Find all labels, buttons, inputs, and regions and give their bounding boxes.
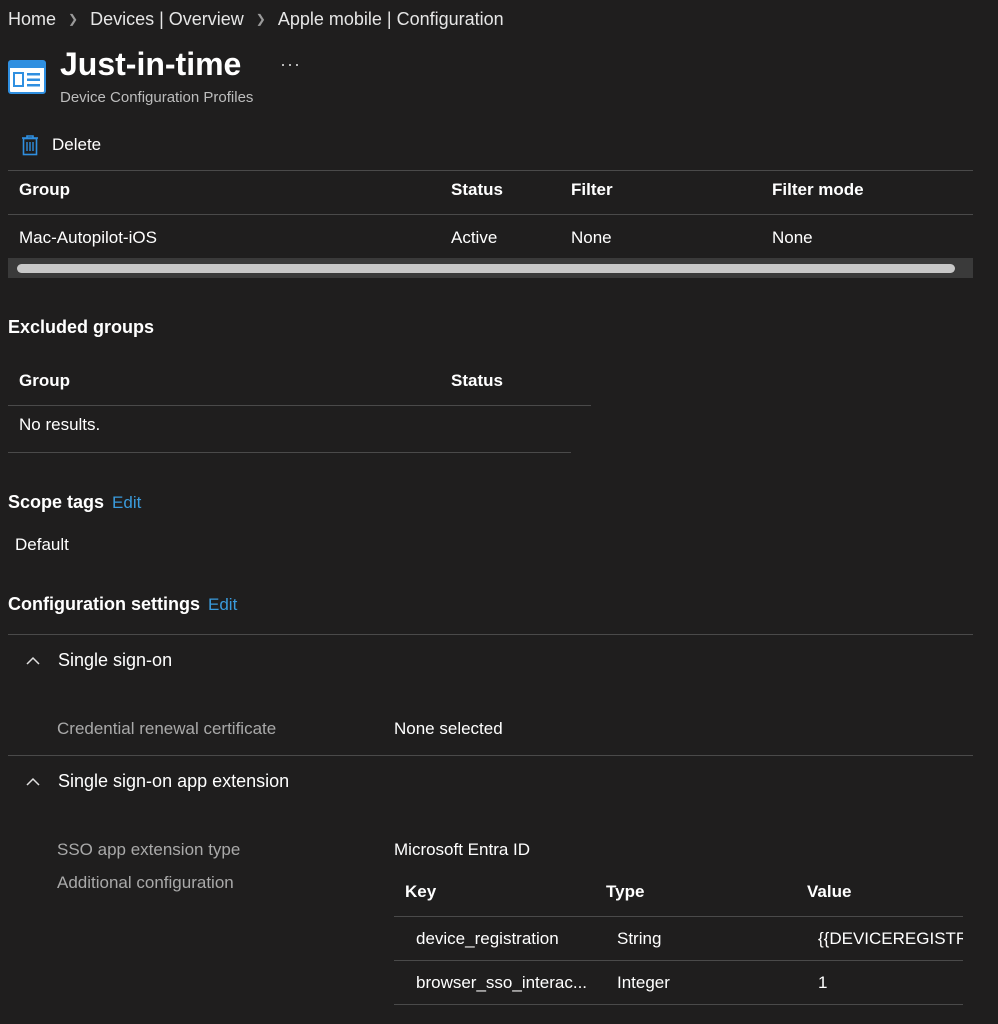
column-header-status[interactable]: Status [451,371,503,391]
setting-value: None selected [394,719,503,738]
scope-tag-value: Default [15,535,69,554]
divider [394,960,963,961]
breadcrumb: Home ❯ Devices | Overview ❯ Apple mobile… [8,9,504,30]
cell-value: 1 [818,973,828,992]
column-header-key[interactable]: Key [405,882,436,902]
chevron-up-icon [26,656,40,665]
accordion-title: Single sign-on [58,650,173,670]
accordion-title: Single sign-on app extension [58,771,290,791]
more-options-button[interactable]: ··· [280,54,301,75]
cell-type: Integer [617,973,670,992]
configuration-settings-edit-link[interactable]: Edit [208,595,237,614]
trash-icon [22,135,38,156]
setting-value: Microsoft Entra ID [394,840,531,859]
column-header-filter[interactable]: Filter [571,180,613,200]
divider [8,452,571,453]
delete-label: Delete [52,135,102,154]
scope-tags-edit-link[interactable]: Edit [112,493,141,512]
breadcrumb-apple-mobile-configuration[interactable]: Apple mobile | Configuration [278,9,504,30]
cell-key: browser_sso_interac... [416,973,588,992]
chevron-right-icon: ❯ [255,11,266,26]
setting-label: Additional configuration [57,873,234,892]
cell-status: Active [451,228,498,247]
accordion-single-sign-on-app-extension[interactable]: Single sign-on app extension [0,771,289,792]
divider [394,1004,963,1005]
divider [394,916,963,917]
profile-window-icon [8,60,46,94]
cell-filter: None [571,228,612,247]
column-header-type[interactable]: Type [606,882,644,902]
scrollbar-thumb[interactable] [17,264,955,273]
cell-key: device_registration [416,929,559,948]
column-header-filter-mode[interactable]: Filter mode [772,180,864,200]
divider [8,214,973,215]
cell-filter-mode: None [772,228,813,247]
column-header-status[interactable]: Status [451,180,503,200]
breadcrumb-home[interactable]: Home [8,9,56,30]
divider [8,634,973,635]
excluded-groups-title: Excluded groups [8,317,155,337]
column-header-group[interactable]: Group [19,180,70,200]
setting-label: Credential renewal certificate [57,719,277,738]
page-title: Just-in-time [60,46,242,82]
divider [8,405,591,406]
cell-type: String [617,929,662,948]
cell-value: {{DEVICEREGISTRA [818,929,963,948]
breadcrumb-devices-overview[interactable]: Devices | Overview [90,9,244,30]
setting-label: SSO app extension type [57,840,241,859]
divider [8,170,973,171]
divider [8,755,973,756]
empty-results-text: No results. [19,415,101,434]
scope-tags-title: Scope tags [8,492,105,512]
scope-tags-header: Scope tags Edit [8,492,141,513]
cell-group: Mac-Autopilot-iOS [19,228,157,247]
delete-button[interactable]: Delete [20,134,101,156]
chevron-right-icon: ❯ [68,11,79,26]
chevron-up-icon [26,777,40,786]
configuration-settings-title: Configuration settings [8,594,200,614]
configuration-settings-header: Configuration settings Edit [8,594,237,615]
page-subtitle: Device Configuration Profiles [60,89,254,106]
accordion-single-sign-on[interactable]: Single sign-on [0,650,172,671]
column-header-group[interactable]: Group [19,371,70,391]
column-header-value[interactable]: Value [807,882,851,902]
